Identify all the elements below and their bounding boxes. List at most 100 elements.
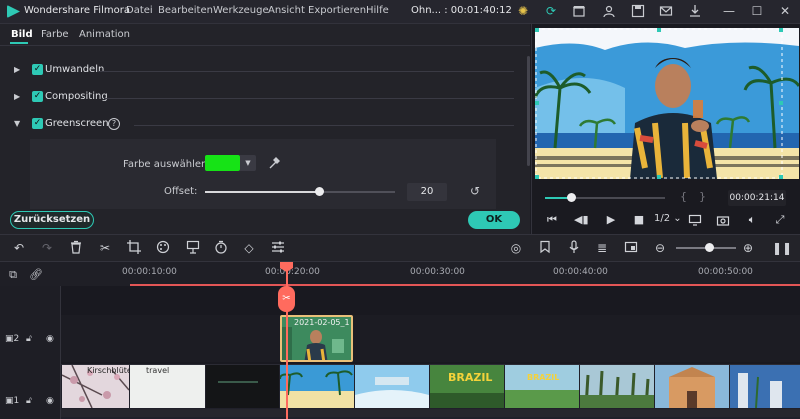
menu-exportieren[interactable]: Exportieren (308, 5, 366, 16)
checkbox-greenscreen[interactable]: ✓ (32, 118, 43, 129)
clip-travel[interactable]: travel (130, 365, 205, 408)
reset-icon[interactable]: ↺ (470, 184, 484, 198)
reset-button[interactable]: Zurücksetzen (10, 211, 94, 229)
video-preview[interactable] (535, 28, 799, 179)
tab-bild[interactable]: Bild (11, 29, 33, 40)
keyframe-icon[interactable]: ◇ (241, 240, 257, 256)
presentation-icon[interactable] (185, 240, 201, 256)
track-1-number: 1 (13, 396, 20, 406)
clip-beach-1[interactable] (280, 365, 354, 408)
clip-forest[interactable] (580, 365, 654, 408)
timer-icon[interactable] (213, 240, 229, 256)
maximize-icon[interactable]: ☐ (750, 4, 764, 18)
play-icon[interactable]: ▶ (604, 213, 618, 227)
expand-arrow-icon[interactable]: ▶ (14, 65, 20, 74)
menu-ansicht[interactable]: Ansicht (268, 5, 305, 16)
marker-icon[interactable] (537, 240, 553, 256)
step-back-icon[interactable]: ◀▮ (574, 213, 589, 227)
pip-icon[interactable] (623, 240, 639, 256)
undo-icon[interactable]: ↶ (11, 240, 27, 256)
section-compositing[interactable]: ▶ ✓ Compositing (14, 90, 514, 106)
eye-icon[interactable]: ◉ (46, 396, 54, 406)
pause-bars-icon[interactable]: ❚❚ (772, 240, 792, 256)
panel-scrollbar[interactable] (527, 56, 530, 166)
zoom-in-icon[interactable]: ⊕ (740, 240, 756, 256)
offset-slider-fill (205, 191, 319, 193)
cut-icon[interactable]: ✂ (97, 240, 113, 256)
track-2[interactable] (61, 315, 800, 362)
account-icon[interactable] (602, 4, 616, 18)
timecode-label: 00:00:20:00 (265, 267, 320, 277)
active-tab-indicator (10, 42, 28, 44)
lightbulb-icon[interactable]: ✺ (516, 4, 530, 18)
split-scissors-icon[interactable]: ✂ (278, 286, 295, 312)
collapse-arrow-icon[interactable]: ▼ (14, 119, 20, 128)
zoom-out-icon[interactable]: ⊖ (652, 240, 668, 256)
clip-thumbnail (655, 365, 729, 408)
close-icon[interactable]: ✕ (778, 4, 792, 18)
section-label: Compositing (45, 91, 108, 102)
help-icon[interactable]: ? (108, 118, 120, 130)
skip-back-icon[interactable]: ⏮ (545, 213, 559, 227)
display-icon[interactable] (688, 213, 702, 227)
adjust-icon[interactable] (270, 240, 286, 256)
menu-hilfe[interactable]: Hilfe (366, 5, 389, 16)
delete-icon[interactable] (68, 240, 84, 256)
clip-brazil-2[interactable]: BRAZIL (505, 365, 579, 408)
ok-button[interactable]: OK (468, 211, 520, 229)
checkbox-umwandeln[interactable]: ✓ (32, 64, 43, 75)
timeline-horizontal-scrollbar[interactable] (61, 409, 800, 417)
clip-beach-2[interactable] (355, 365, 429, 408)
menu-bearbeiten[interactable]: Bearbeiten (158, 5, 213, 16)
mail-icon[interactable] (659, 4, 673, 18)
timecode-label: 00:00:30:00 (410, 267, 465, 277)
project-title: Ohn... : 00:01:40:12 (411, 5, 512, 16)
section-greenscreen[interactable]: ▼ ✓ Greenscreen (14, 117, 514, 133)
clip-city[interactable] (730, 365, 800, 408)
eyedropper-icon[interactable] (268, 156, 280, 170)
offset-input[interactable]: 20 (407, 183, 447, 201)
lock-icon[interactable]: 🔓︎ (26, 334, 32, 344)
download-icon[interactable] (688, 4, 702, 18)
menu-werkzeuge[interactable]: Werkzeuge (213, 5, 269, 16)
save-icon[interactable] (631, 4, 645, 18)
offset-slider-handle[interactable] (315, 187, 324, 196)
preview-quality[interactable]: 1/2 ⌄ (654, 213, 682, 224)
section-umwandeln[interactable]: ▶ ✓ Umwandeln (14, 63, 514, 79)
clip-title-dark[interactable] (206, 365, 279, 408)
expand-arrow-icon[interactable]: ▶ (14, 92, 20, 101)
store-icon[interactable] (572, 4, 586, 18)
selection-frame[interactable] (535, 28, 799, 179)
mark-in-out-brackets[interactable]: {} (680, 190, 718, 203)
link-icon[interactable]: 🔗︎ (28, 267, 44, 281)
volume-icon[interactable]: 🔈︎ (745, 213, 759, 227)
timeline-ruler[interactable] (0, 262, 800, 286)
lock-icon[interactable]: 🔓︎ (26, 396, 32, 406)
menu-datei[interactable]: Datei (126, 5, 153, 16)
divider (104, 98, 514, 99)
chevron-down-icon[interactable]: ▼ (240, 155, 256, 171)
offset-label: Offset: (164, 186, 198, 197)
tab-animation[interactable]: Animation (79, 29, 130, 40)
clip-kirschbluete[interactable]: Kirschblüte (62, 365, 129, 408)
color-swatch[interactable] (205, 155, 240, 171)
clip-church[interactable] (655, 365, 729, 408)
redo-icon[interactable]: ↷ (39, 240, 55, 256)
render-icon[interactable]: ◎ (508, 240, 524, 256)
tab-farbe[interactable]: Farbe (41, 29, 69, 40)
eye-icon[interactable]: ◉ (46, 334, 54, 344)
preview-progress-handle[interactable] (567, 193, 576, 202)
snapshot-camera-icon[interactable] (716, 213, 730, 227)
clip-brazil-1[interactable]: BRAZIL (430, 365, 504, 408)
add-track-icon[interactable]: ⧉ (5, 267, 21, 281)
minimize-icon[interactable]: — (722, 4, 736, 18)
microphone-icon[interactable] (566, 240, 582, 256)
sync-icon[interactable]: ⟳ (544, 4, 558, 18)
zoom-slider-handle[interactable] (705, 243, 714, 252)
checkbox-compositing[interactable]: ✓ (32, 91, 43, 102)
voiceover-list-icon[interactable]: ≣ (594, 240, 610, 256)
color-palette-icon[interactable] (155, 240, 171, 256)
stop-icon[interactable]: ■ (632, 213, 646, 227)
fullscreen-icon[interactable]: ⤢ (773, 213, 787, 227)
crop-icon[interactable] (126, 240, 142, 256)
